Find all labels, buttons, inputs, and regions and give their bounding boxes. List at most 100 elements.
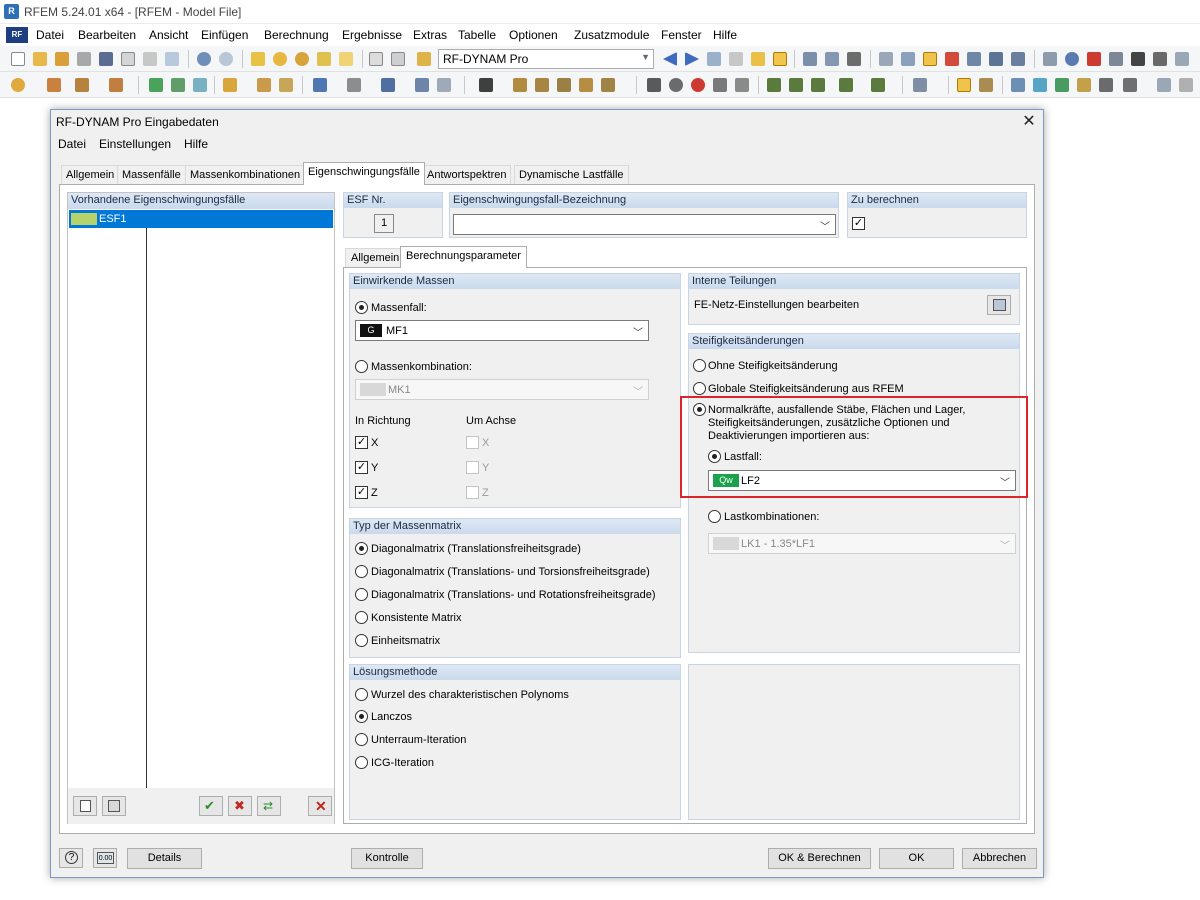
pencil-icon[interactable] bbox=[248, 49, 268, 69]
solver-option-radio[interactable] bbox=[355, 756, 368, 769]
opening-icon[interactable] bbox=[344, 75, 364, 95]
tab-dynamische-lastfaelle[interactable]: Dynamische Lastfälle bbox=[514, 165, 629, 185]
tab-antwortspektren[interactable]: Antwortspektren bbox=[422, 165, 512, 185]
matrix-option-radio[interactable] bbox=[355, 588, 368, 601]
view-neg-y-icon[interactable] bbox=[836, 75, 856, 95]
kontrolle-button[interactable]: Kontrolle bbox=[351, 848, 423, 869]
move-icon[interactable] bbox=[942, 49, 962, 69]
rot-x-checkbox[interactable] bbox=[466, 436, 479, 449]
esf-nr-field[interactable]: 1 bbox=[374, 214, 394, 233]
member-icon[interactable] bbox=[168, 75, 188, 95]
list-item-esf1[interactable]: ESF1 bbox=[69, 210, 333, 228]
massenfall-radio[interactable] bbox=[355, 301, 368, 314]
view-3d-icon[interactable] bbox=[710, 75, 730, 95]
fe-mesh-settings-icon[interactable] bbox=[987, 295, 1011, 315]
menu-zusatzmodule[interactable]: Zusatzmodule bbox=[574, 28, 649, 42]
designation-combo[interactable]: ﹀ bbox=[453, 214, 836, 235]
ortho-icon[interactable] bbox=[920, 49, 940, 69]
select-icon[interactable] bbox=[476, 75, 496, 95]
dialog-menu-hilfe[interactable]: Hilfe bbox=[184, 137, 208, 151]
tab-massenfaelle[interactable]: Massenfälle bbox=[117, 165, 186, 185]
divide-icon[interactable] bbox=[1008, 49, 1028, 69]
load-icon[interactable] bbox=[220, 75, 240, 95]
rot-z-checkbox[interactable] bbox=[466, 486, 479, 499]
menu-einfuegen[interactable]: Einfügen bbox=[201, 28, 248, 42]
redo-icon[interactable] bbox=[216, 49, 236, 69]
menu-fenster[interactable]: Fenster bbox=[661, 28, 702, 42]
surface-icon[interactable] bbox=[190, 75, 210, 95]
cancel-button[interactable]: Abbrechen bbox=[962, 848, 1037, 869]
menu-ergebnisse[interactable]: Ergebnisse bbox=[342, 28, 402, 42]
support-node-icon[interactable] bbox=[146, 75, 166, 95]
calculate-checkbox[interactable]: ✓ bbox=[852, 217, 865, 230]
mirror-icon[interactable] bbox=[986, 49, 1006, 69]
visibility-icon[interactable] bbox=[1150, 49, 1170, 69]
dir-y-checkbox[interactable]: ✓ bbox=[355, 461, 368, 474]
lastkombi-combo[interactable]: LK1 - 1.35*LF1 ﹀ bbox=[708, 533, 1016, 554]
view-z-icon[interactable] bbox=[808, 75, 828, 95]
mesh-icon[interactable] bbox=[510, 75, 530, 95]
mesh-grid-icon[interactable] bbox=[598, 75, 618, 95]
help-icon[interactable]: ? bbox=[59, 848, 83, 868]
connect-icon[interactable] bbox=[1106, 49, 1126, 69]
window-icon[interactable] bbox=[336, 49, 356, 69]
table-icon[interactable] bbox=[366, 49, 386, 69]
delete-icon[interactable]: ✕ bbox=[308, 796, 332, 816]
results-icon[interactable] bbox=[292, 49, 312, 69]
axis-icon[interactable] bbox=[1008, 75, 1028, 95]
swap-icon[interactable]: ⇄ bbox=[257, 796, 281, 816]
zoom-window-icon[interactable] bbox=[688, 75, 708, 95]
mesh-refine-icon[interactable] bbox=[554, 75, 574, 95]
solid-icon[interactable] bbox=[310, 75, 330, 95]
menu-ansicht[interactable]: Ansicht bbox=[149, 28, 188, 42]
menu-extras[interactable]: Extras bbox=[413, 28, 447, 42]
zoom-icon[interactable] bbox=[666, 75, 686, 95]
more-icon[interactable] bbox=[1176, 75, 1196, 95]
toggle-icon[interactable] bbox=[976, 75, 996, 95]
open-folder-icon[interactable] bbox=[30, 49, 50, 69]
calculate-icon[interactable] bbox=[270, 49, 290, 69]
details-button[interactable]: Details bbox=[127, 848, 202, 869]
uncheck-all-icon[interactable]: ✖ bbox=[228, 796, 252, 816]
plane-icon[interactable] bbox=[1030, 75, 1050, 95]
dialog-menu-datei[interactable]: Datei bbox=[58, 137, 86, 151]
snap-icon[interactable] bbox=[898, 49, 918, 69]
massenkombination-combo[interactable]: MK1 ﹀ bbox=[355, 379, 649, 400]
solver-option-radio[interactable] bbox=[355, 710, 368, 723]
dir-z-checkbox[interactable]: ✓ bbox=[355, 486, 368, 499]
lock-icon[interactable] bbox=[1128, 49, 1148, 69]
line-style-icon[interactable] bbox=[1096, 75, 1116, 95]
menu-tabelle[interactable]: Tabelle bbox=[458, 28, 496, 42]
support-icon[interactable] bbox=[822, 49, 842, 69]
node-icon[interactable] bbox=[8, 75, 28, 95]
tab-eigenschwingungsfaelle[interactable]: Eigenschwingungsfälle bbox=[303, 162, 425, 185]
deform-icon[interactable] bbox=[800, 49, 820, 69]
rot-y-checkbox[interactable] bbox=[466, 461, 479, 474]
xxx-icon[interactable] bbox=[726, 49, 746, 69]
solver-option-radio[interactable] bbox=[355, 688, 368, 701]
ok-button[interactable]: OK bbox=[879, 848, 954, 869]
menu-bearbeiten[interactable]: Bearbeiten bbox=[78, 28, 136, 42]
arc-icon[interactable] bbox=[106, 75, 126, 95]
measure-icon[interactable] bbox=[1040, 49, 1060, 69]
menu-datei[interactable]: Datei bbox=[36, 28, 64, 42]
solver-option-radio[interactable] bbox=[355, 733, 368, 746]
subtab-allgemein[interactable]: Allgemein bbox=[345, 248, 406, 268]
matrix-option-radio[interactable] bbox=[355, 634, 368, 647]
active-tool-icon[interactable] bbox=[954, 75, 974, 95]
polyline-icon[interactable] bbox=[72, 75, 92, 95]
new-file-icon[interactable] bbox=[8, 49, 28, 69]
matrix-option-radio[interactable] bbox=[355, 611, 368, 624]
new-ef-icon[interactable] bbox=[73, 796, 97, 816]
display-icon[interactable] bbox=[1154, 75, 1174, 95]
view-options-icon[interactable] bbox=[1120, 75, 1140, 95]
ok-calculate-button[interactable]: OK & Berechnen bbox=[768, 848, 871, 869]
massenkombination-radio[interactable] bbox=[355, 360, 368, 373]
dialog-menu-einstellungen[interactable]: Einstellungen bbox=[99, 137, 171, 151]
next-icon[interactable] bbox=[682, 49, 702, 69]
report-icon[interactable] bbox=[118, 49, 138, 69]
mesh-all-icon[interactable] bbox=[532, 75, 552, 95]
open-model-icon[interactable] bbox=[52, 49, 72, 69]
dimension-icon[interactable] bbox=[254, 75, 274, 95]
stiffness-none-radio[interactable] bbox=[693, 359, 706, 372]
